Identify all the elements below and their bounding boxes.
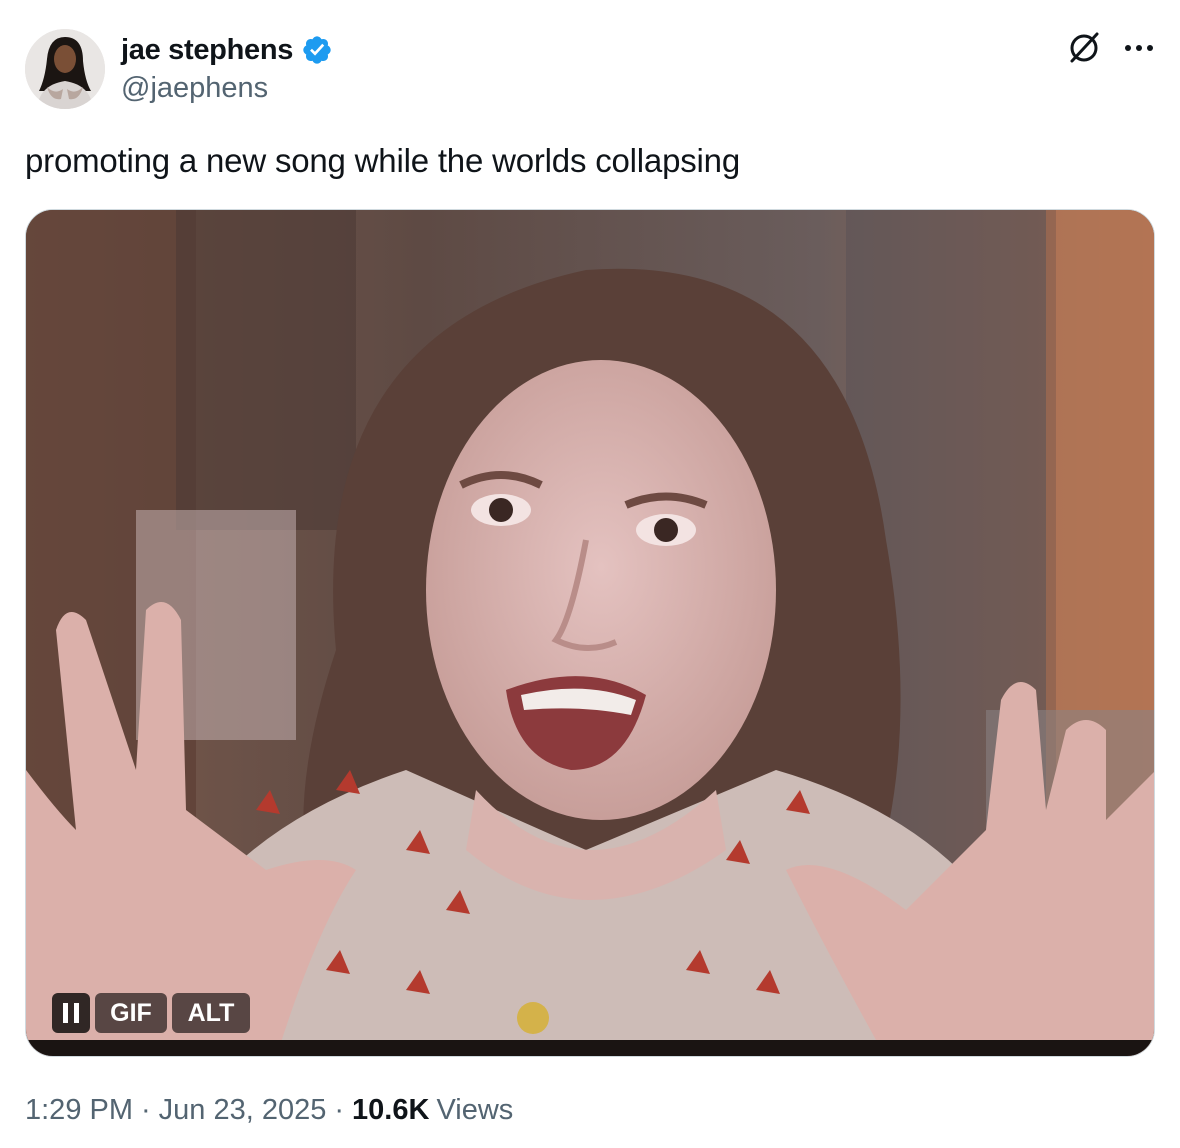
pause-icon-bar: [74, 1003, 79, 1023]
alt-text-button[interactable]: ALT: [172, 993, 250, 1033]
views-count[interactable]: 10.6K: [352, 1094, 429, 1127]
more-options-icon[interactable]: [1120, 34, 1158, 62]
tweet-time[interactable]: 1:29 PM: [25, 1094, 133, 1127]
meta-separator: ·: [141, 1094, 151, 1126]
pause-button[interactable]: [52, 993, 90, 1033]
gif-frame-image: [26, 210, 1154, 1056]
tweet-card: jae stephens @jaephens promoting a new s…: [0, 0, 1180, 1148]
tweet-meta: 1:29 PM · Jun 23, 2025 · 10.6K Views: [25, 1094, 513, 1127]
verified-badge-icon[interactable]: [301, 34, 333, 66]
meta-separator-2: ·: [334, 1094, 345, 1126]
avatar[interactable]: [25, 29, 105, 109]
author-name-row[interactable]: jae stephens: [121, 30, 333, 70]
tweet-text: promoting a new song while the worlds co…: [25, 142, 740, 179]
gif-badge: GIF: [95, 993, 167, 1033]
avatar-image: [25, 29, 105, 109]
grok-icon[interactable]: [1066, 30, 1102, 66]
views-label[interactable]: Views: [436, 1094, 513, 1127]
author-name[interactable]: jae stephens: [121, 34, 293, 67]
media-controls: GIF ALT: [52, 993, 250, 1033]
tweet-media-gif[interactable]: GIF ALT: [25, 209, 1155, 1057]
pause-icon: [63, 1003, 68, 1023]
tweet-date[interactable]: Jun 23, 2025: [159, 1094, 327, 1127]
author-handle[interactable]: @jaephens: [121, 72, 268, 105]
